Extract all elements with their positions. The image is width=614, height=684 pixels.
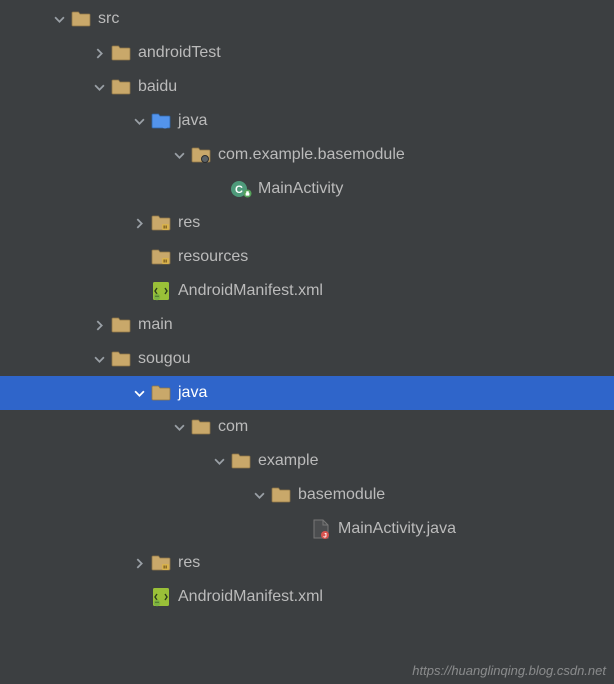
spacer xyxy=(130,588,148,606)
source-folder-icon xyxy=(150,110,172,132)
folder-icon xyxy=(70,8,92,30)
chevron-down-icon[interactable] xyxy=(170,146,188,164)
tree-item-sougou[interactable]: sougou xyxy=(0,342,614,376)
folder-icon xyxy=(270,484,292,506)
tree-item-baidu-resources[interactable]: resources xyxy=(0,240,614,274)
svg-text:J: J xyxy=(323,533,327,539)
chevron-right-icon[interactable] xyxy=(130,554,148,572)
tree-item-sougou-main[interactable]: J MainActivity.java xyxy=(0,512,614,546)
chevron-down-icon[interactable] xyxy=(210,452,228,470)
chevron-down-icon[interactable] xyxy=(90,350,108,368)
tree-item-label: example xyxy=(258,452,318,470)
tree-item-label: resources xyxy=(178,248,248,266)
resources-folder-icon xyxy=(150,552,172,574)
tree-item-label: basemodule xyxy=(298,486,385,504)
tree-item-label: baidu xyxy=(138,78,177,96)
svg-text:C: C xyxy=(235,184,243,196)
tree-item-label: MainActivity xyxy=(258,180,343,198)
tree-item-sougou-manifest[interactable]: AndroidManifest.xml xyxy=(0,580,614,614)
tree-item-label: java xyxy=(178,112,207,130)
tree-item-label: com.example.basemodule xyxy=(218,146,405,164)
tree-item-label: res xyxy=(178,554,200,572)
java-file-error-icon: J xyxy=(310,518,332,540)
package-icon xyxy=(190,144,212,166)
resources-folder-icon xyxy=(150,246,172,268)
tree-item-baidu-res[interactable]: res xyxy=(0,206,614,240)
tree-item-baidu-java[interactable]: java xyxy=(0,104,614,138)
tree-item-label: sougou xyxy=(138,350,191,368)
folder-icon xyxy=(190,416,212,438)
tree-item-label: src xyxy=(98,10,119,28)
tree-item-baidu[interactable]: baidu xyxy=(0,70,614,104)
folder-icon xyxy=(110,76,132,98)
tree-item-baidu-pkg[interactable]: com.example.basemodule xyxy=(0,138,614,172)
chevron-down-icon[interactable] xyxy=(250,486,268,504)
android-manifest-icon xyxy=(150,280,172,302)
tree-item-androidTest[interactable]: androidTest xyxy=(0,36,614,70)
folder-icon xyxy=(110,42,132,64)
tree-item-label: res xyxy=(178,214,200,232)
resources-folder-icon xyxy=(150,212,172,234)
project-tree: src androidTest baidu java com.example.b… xyxy=(0,0,614,614)
tree-item-label: main xyxy=(138,316,173,334)
java-class-icon: C xyxy=(230,178,252,200)
tree-item-label: MainActivity.java xyxy=(338,520,456,538)
spacer xyxy=(130,248,148,266)
chevron-right-icon[interactable] xyxy=(130,214,148,232)
watermark: https://huanglinqing.blog.csdn.net xyxy=(412,663,606,678)
tree-item-label: androidTest xyxy=(138,44,221,62)
tree-item-baidu-manifest[interactable]: AndroidManifest.xml xyxy=(0,274,614,308)
folder-icon xyxy=(110,314,132,336)
tree-item-sougou-basemod[interactable]: basemodule xyxy=(0,478,614,512)
chevron-down-icon[interactable] xyxy=(130,384,148,402)
chevron-down-icon[interactable] xyxy=(170,418,188,436)
folder-icon xyxy=(230,450,252,472)
chevron-right-icon[interactable] xyxy=(90,316,108,334)
chevron-down-icon[interactable] xyxy=(50,10,68,28)
chevron-right-icon[interactable] xyxy=(90,44,108,62)
tree-item-src[interactable]: src xyxy=(0,2,614,36)
tree-item-label: com xyxy=(218,418,248,436)
tree-item-sougou-example[interactable]: example xyxy=(0,444,614,478)
chevron-down-icon[interactable] xyxy=(90,78,108,96)
tree-item-label: java xyxy=(178,384,207,402)
folder-icon xyxy=(110,348,132,370)
tree-item-baidu-main[interactable]: C MainActivity xyxy=(0,172,614,206)
tree-item-sougou-java[interactable]: java xyxy=(0,376,614,410)
android-manifest-icon xyxy=(150,586,172,608)
chevron-down-icon[interactable] xyxy=(130,112,148,130)
tree-item-label: AndroidManifest.xml xyxy=(178,588,323,606)
spacer xyxy=(290,520,308,538)
tree-item-main[interactable]: main xyxy=(0,308,614,342)
spacer xyxy=(210,180,228,198)
tree-item-label: AndroidManifest.xml xyxy=(178,282,323,300)
spacer xyxy=(130,282,148,300)
tree-item-sougou-res[interactable]: res xyxy=(0,546,614,580)
tree-item-sougou-com[interactable]: com xyxy=(0,410,614,444)
folder-icon xyxy=(150,382,172,404)
